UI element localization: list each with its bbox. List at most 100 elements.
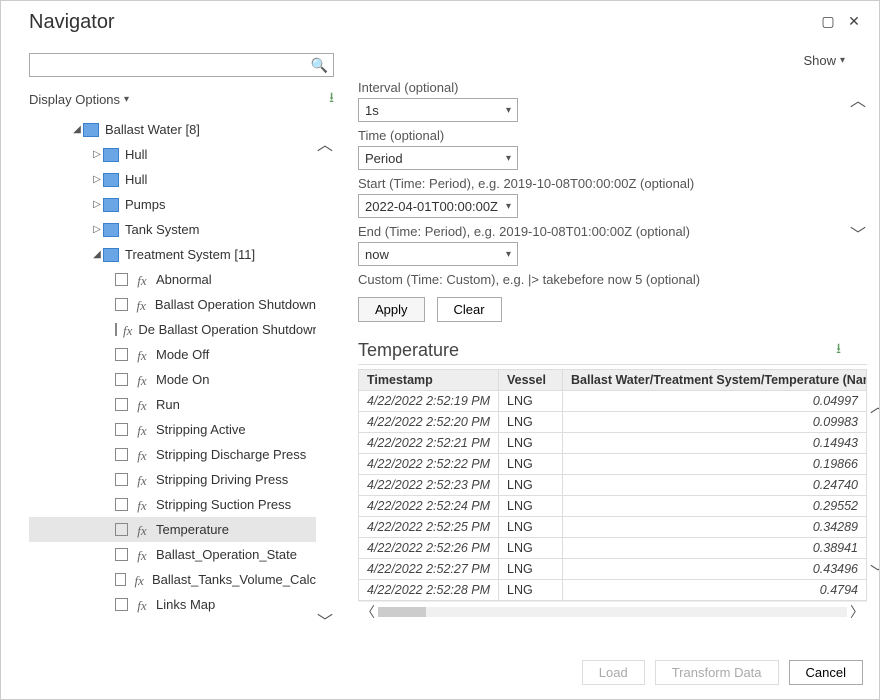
- scroll-up-icon[interactable]: ︿: [870, 393, 879, 417]
- load-button[interactable]: Load: [582, 660, 645, 685]
- fx-icon: fx: [132, 573, 146, 587]
- fx-icon: fx: [134, 298, 149, 312]
- time-combo[interactable]: Period ▾: [358, 146, 518, 170]
- checkbox[interactable]: [115, 598, 128, 611]
- search-icon[interactable]: 🔍: [311, 57, 328, 74]
- tree-leaf[interactable]: fxRun: [29, 392, 316, 417]
- col-vessel[interactable]: Vessel: [499, 370, 563, 391]
- checkbox[interactable]: [115, 423, 128, 436]
- start-combo[interactable]: 2022-04-01T00:00:00Z ▾: [358, 194, 518, 218]
- clear-button[interactable]: Clear: [437, 297, 502, 322]
- title-bar: Navigator ▢ ✕: [1, 1, 879, 35]
- table-row[interactable]: 4/22/2022 2:52:21 PMLNG0.14943: [359, 433, 867, 454]
- display-options-dropdown[interactable]: Display Options ▾: [29, 92, 129, 107]
- interval-combo[interactable]: 1s ▾: [358, 98, 518, 122]
- tree-leaf[interactable]: fxBallast_Tanks_Volume_Calc: [29, 567, 316, 592]
- refresh-icon[interactable]: ⭳: [329, 87, 334, 111]
- checkbox[interactable]: [115, 498, 128, 511]
- tree-leaf[interactable]: fxStripping Driving Press: [29, 467, 316, 492]
- end-combo[interactable]: now ▾: [358, 242, 518, 266]
- table-icon: [103, 248, 119, 262]
- apply-button[interactable]: Apply: [358, 297, 425, 322]
- preview-section: Temperature ⭳ Timestamp Vessel Ballast W…: [358, 338, 867, 621]
- tree-leaf[interactable]: fxBallast Operation Shutdown: [29, 292, 316, 317]
- tree-leaf[interactable]: fxStripping Active: [29, 417, 316, 442]
- checkbox[interactable]: [115, 348, 128, 361]
- scroll-left-icon[interactable]: 〈: [358, 602, 378, 622]
- tree-node-root[interactable]: ◢ Ballast Water [8]: [29, 117, 316, 142]
- expand-icon[interactable]: ▷: [91, 224, 103, 235]
- scroll-down-icon[interactable]: ﹀: [850, 221, 866, 245]
- table-hscroll[interactable]: 〈 〉: [358, 601, 867, 621]
- checkbox[interactable]: [115, 373, 128, 386]
- collapse-icon[interactable]: ◢: [91, 249, 103, 260]
- search-input[interactable]: [29, 53, 334, 77]
- tree-leaf[interactable]: fxLinks Map: [29, 592, 316, 617]
- table-row[interactable]: 4/22/2022 2:52:20 PMLNG0.09983: [359, 412, 867, 433]
- add-column-icon[interactable]: ⭳: [836, 338, 841, 362]
- scroll-up-icon[interactable]: ︿: [317, 131, 333, 155]
- table-row[interactable]: 4/22/2022 2:52:22 PMLNG0.19866: [359, 454, 867, 475]
- fx-icon: fx: [134, 398, 150, 412]
- navigator-tree[interactable]: ◢ Ballast Water [8] ▷Hull▷Hull▷Pumps▷Tan…: [29, 117, 316, 646]
- checkbox[interactable]: [115, 298, 128, 311]
- table-row[interactable]: 4/22/2022 2:52:27 PMLNG0.43496: [359, 559, 867, 580]
- close-icon[interactable]: ✕: [841, 9, 867, 35]
- fx-icon: fx: [134, 548, 150, 562]
- scroll-down-icon[interactable]: ﹀: [317, 608, 333, 632]
- preview-table: Timestamp Vessel Ballast Water/Treatment…: [358, 369, 867, 601]
- table-row[interactable]: 4/22/2022 2:52:19 PMLNG0.04997: [359, 391, 867, 412]
- fx-icon: fx: [134, 473, 150, 487]
- table-row[interactable]: 4/22/2022 2:52:23 PMLNG0.24740: [359, 475, 867, 496]
- dialog-footer: Load Transform Data Cancel: [1, 650, 879, 699]
- tree-leaf[interactable]: fxAbnormal: [29, 267, 316, 292]
- expand-icon[interactable]: ▷: [91, 199, 103, 210]
- expand-icon[interactable]: ▷: [91, 174, 103, 185]
- checkbox[interactable]: [115, 273, 128, 286]
- checkbox[interactable]: [115, 398, 128, 411]
- tree-leaf[interactable]: fxTemperature: [29, 517, 316, 542]
- tree-leaf[interactable]: fxMode Off: [29, 342, 316, 367]
- hscroll-thumb[interactable]: [378, 607, 426, 617]
- table-row[interactable]: 4/22/2022 2:52:26 PMLNG0.38941: [359, 538, 867, 559]
- transform-button[interactable]: Transform Data: [655, 660, 779, 685]
- checkbox[interactable]: [115, 473, 128, 486]
- col-timestamp[interactable]: Timestamp: [359, 370, 499, 391]
- checkbox[interactable]: [115, 323, 117, 336]
- chevron-down-icon: ▾: [506, 105, 511, 116]
- tree-node[interactable]: ▷Pumps: [29, 192, 316, 217]
- collapse-icon[interactable]: ◢: [71, 124, 83, 135]
- checkbox[interactable]: [115, 523, 128, 536]
- tree-leaf[interactable]: fxBallast_Operation_State: [29, 542, 316, 567]
- tree-node-treatment[interactable]: ◢ Treatment System [11]: [29, 242, 316, 267]
- checkbox[interactable]: [115, 448, 128, 461]
- tree-leaf[interactable]: fxStripping Suction Press: [29, 492, 316, 517]
- table-icon: [103, 223, 119, 237]
- table-row[interactable]: 4/22/2022 2:52:24 PMLNG0.29552: [359, 496, 867, 517]
- checkbox[interactable]: [115, 548, 128, 561]
- scroll-right-icon[interactable]: 〉: [847, 602, 867, 622]
- scroll-down-icon[interactable]: ﹀: [870, 559, 879, 583]
- tree-leaf[interactable]: fxDe Ballast Operation Shutdown: [29, 317, 316, 342]
- cancel-button[interactable]: Cancel: [789, 660, 863, 685]
- tree-node[interactable]: ▷Hull: [29, 142, 316, 167]
- chevron-down-icon: ▾: [506, 249, 511, 260]
- table-scrollbar[interactable]: ︿ ﹀: [869, 393, 879, 583]
- scroll-up-icon[interactable]: ︿: [850, 87, 866, 111]
- expand-icon[interactable]: ▷: [91, 149, 103, 160]
- tree-scrollbar[interactable]: ︿ ﹀: [316, 117, 334, 646]
- maximize-icon[interactable]: ▢: [815, 9, 841, 35]
- tree-node[interactable]: ▷Tank System: [29, 217, 316, 242]
- table-icon: [103, 198, 119, 212]
- tree-leaf[interactable]: fxMode On: [29, 367, 316, 392]
- checkbox[interactable]: [115, 573, 126, 586]
- table-row[interactable]: 4/22/2022 2:52:25 PMLNG0.34289: [359, 517, 867, 538]
- tree-node[interactable]: ▷Hull: [29, 167, 316, 192]
- chevron-down-icon: ▾: [506, 201, 511, 212]
- panel-scrollbar[interactable]: ︿ ﹀: [849, 83, 867, 245]
- show-dropdown[interactable]: Show ▾: [803, 53, 845, 68]
- table-row[interactable]: 4/22/2022 2:52:28 PMLNG0.4794: [359, 580, 867, 601]
- tree-leaf[interactable]: fxStripping Discharge Press: [29, 442, 316, 467]
- table-icon: [83, 123, 99, 137]
- col-value[interactable]: Ballast Water/Treatment System/Temperatu…: [563, 370, 867, 391]
